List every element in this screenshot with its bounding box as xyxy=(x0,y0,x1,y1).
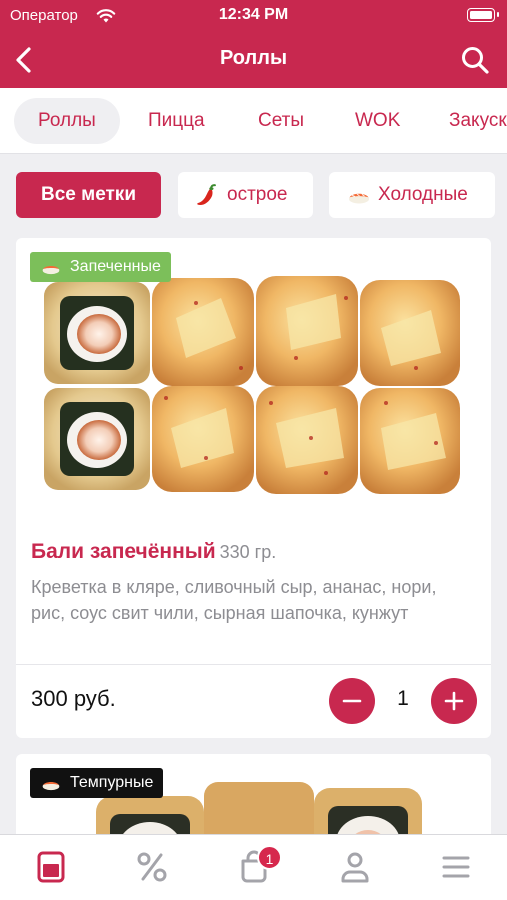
battery-icon xyxy=(467,8,499,22)
chili-pepper-icon xyxy=(197,184,216,206)
badge-baked: Запеченные xyxy=(30,252,171,282)
filter-spicy[interactable]: острое xyxy=(178,172,313,218)
percent-icon[interactable] xyxy=(134,849,170,885)
badge-baked-label: Запеченные xyxy=(70,258,161,275)
tab-rolls[interactable]: Роллы xyxy=(14,98,120,144)
profile-icon[interactable] xyxy=(337,849,373,885)
sushi-icon xyxy=(42,265,60,275)
tab-snacks[interactable]: Закуски xyxy=(449,98,507,144)
status-time: 12:34 PM xyxy=(218,6,289,23)
quantity-value: 1 xyxy=(397,687,409,710)
tab-pizza[interactable]: Пицца xyxy=(148,98,205,144)
status-bar: Оператор 12:34 PM xyxy=(0,0,507,32)
sushi-icon xyxy=(42,781,60,791)
badge-tempura-label: Темпурные xyxy=(70,774,154,791)
product-card: Запеченные Бали запечённый 330 гр. Креве… xyxy=(16,238,491,738)
product-title: Бали запечённый xyxy=(31,540,216,563)
decrease-quantity-button[interactable] xyxy=(329,678,375,724)
divider xyxy=(16,664,491,665)
minus-icon xyxy=(342,699,362,703)
tab-sets[interactable]: Сеты xyxy=(258,98,304,144)
plus-icon xyxy=(444,691,464,711)
product-image[interactable] xyxy=(36,258,466,508)
product-description: Креветка в кляре, сливочный сыр, ананас,… xyxy=(31,577,437,623)
product-weight: 330 гр. xyxy=(219,542,277,562)
badge-tempura: Темпурные xyxy=(30,768,164,798)
tab-wok[interactable]: WOK xyxy=(355,98,400,144)
filter-cold-label: Холодные xyxy=(378,184,468,205)
sushi-icon xyxy=(349,193,369,204)
nav-bar: Роллы xyxy=(0,32,507,88)
app-header: Оператор 12:34 PM Роллы xyxy=(0,0,507,88)
product-name[interactable]: Бали запечённый 330 гр. xyxy=(31,540,276,564)
filter-all-tags[interactable]: Все метки xyxy=(16,172,161,218)
cart-count-badge: 1 xyxy=(257,845,282,870)
tab-bar xyxy=(0,834,507,900)
filter-cold[interactable]: Холодные xyxy=(329,172,495,218)
hamburger-icon[interactable] xyxy=(438,849,474,885)
search-icon[interactable] xyxy=(459,44,491,76)
filter-spicy-label: острое xyxy=(227,184,288,205)
menu-icon[interactable] xyxy=(33,849,69,885)
increase-quantity-button[interactable] xyxy=(431,678,477,724)
category-tabs: Роллы Пицца Сеты WOK Закуски xyxy=(0,88,507,154)
page-title: Роллы xyxy=(219,47,288,69)
product-price: 300 руб. xyxy=(31,686,116,711)
